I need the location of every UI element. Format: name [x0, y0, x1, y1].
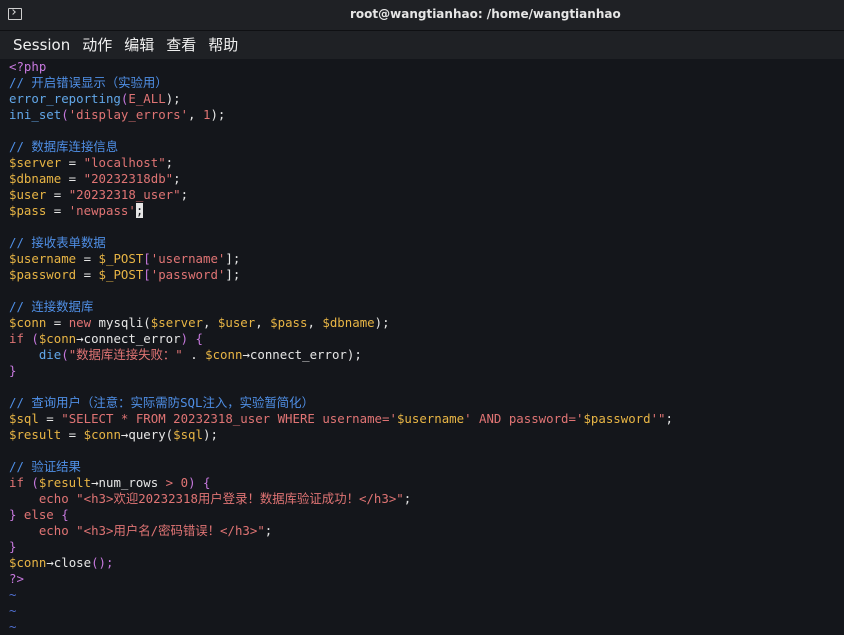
- code-line: // 接收表单数据: [9, 235, 844, 251]
- code-line: echo "<h3>欢迎20232318用户登录！数据库验证成功！</h3>";: [9, 491, 844, 507]
- code-line: $server = "localhost";: [9, 155, 844, 171]
- code-line: $conn→close();: [9, 555, 844, 571]
- menu-edit[interactable]: 编辑: [118, 31, 160, 59]
- menu-session[interactable]: Session: [7, 31, 76, 59]
- code-line: if ($conn→connect_error) {: [9, 331, 844, 347]
- code-line: $sql = "SELECT * FROM 20232318_user WHER…: [9, 411, 844, 427]
- code-line: <?php: [9, 59, 844, 75]
- code-line: $user = "20232318_user";: [9, 187, 844, 203]
- window-titlebar: root@wangtianhao: /home/wangtianhao: [0, 0, 844, 31]
- code-line: // 开启错误显示（实验用）: [9, 75, 844, 91]
- code-line: [9, 443, 844, 459]
- code-line: } else {: [9, 507, 844, 523]
- menu-help[interactable]: 帮助: [202, 31, 244, 59]
- code-line: if ($result→num_rows > 0) {: [9, 475, 844, 491]
- code-line: echo "<h3>用户名/密码错误！</h3>";: [9, 523, 844, 539]
- empty-line-marker: ~: [9, 619, 844, 635]
- code-line: [9, 123, 844, 139]
- menu-bar: Session 动作 编辑 查看 帮助: [0, 31, 844, 59]
- code-line: $pass = 'newpass';: [9, 203, 844, 219]
- code-line: $dbname = "20232318db";: [9, 171, 844, 187]
- empty-line-marker: ~: [9, 603, 844, 619]
- code-line: [9, 283, 844, 299]
- code-line: // 数据库连接信息: [9, 139, 844, 155]
- empty-line-marker: ~: [9, 587, 844, 603]
- code-line: ?>: [9, 571, 844, 587]
- code-line: $conn = new mysqli($server, $user, $pass…: [9, 315, 844, 331]
- code-line: // 查询用户（注意：实际需防SQL注入，实验暂简化）: [9, 395, 844, 411]
- code-line: [9, 219, 844, 235]
- text-cursor: ;: [136, 203, 143, 218]
- code-line: // 连接数据库: [9, 299, 844, 315]
- code-line: ini_set('display_errors', 1);: [9, 107, 844, 123]
- code-line: $result = $conn→query($sql);: [9, 427, 844, 443]
- code-line: [9, 379, 844, 395]
- menu-actions[interactable]: 动作: [76, 31, 118, 59]
- menu-view[interactable]: 查看: [160, 31, 202, 59]
- code-line: // 验证结果: [9, 459, 844, 475]
- code-line: }: [9, 539, 844, 555]
- code-line: $username = $_POST['username'];: [9, 251, 844, 267]
- terminal-editor[interactable]: <?php // 开启错误显示（实验用） error_reporting(E_A…: [0, 59, 844, 631]
- code-line: $password = $_POST['password'];: [9, 267, 844, 283]
- code-line: }: [9, 363, 844, 379]
- code-line: error_reporting(E_ALL);: [9, 91, 844, 107]
- window-title: root@wangtianhao: /home/wangtianhao: [0, 7, 844, 21]
- code-line: die("数据库连接失败：" . $conn→connect_error);: [9, 347, 844, 363]
